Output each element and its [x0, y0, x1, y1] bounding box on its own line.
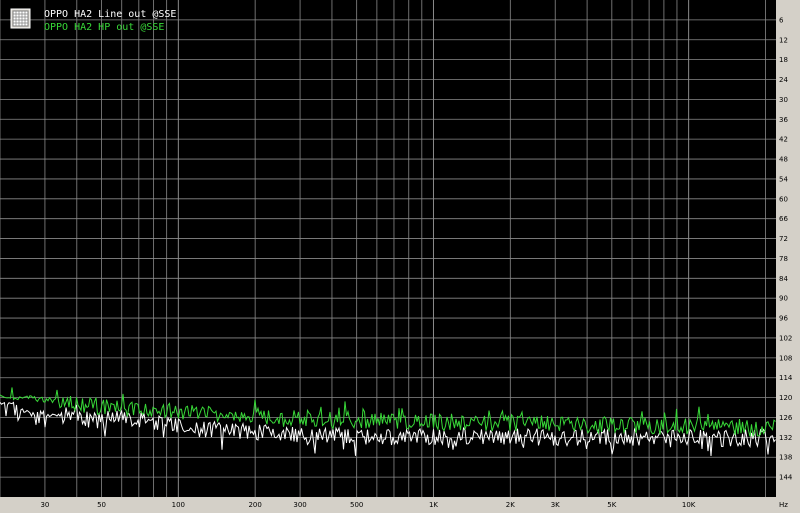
- x-tick-label: 1K: [429, 501, 438, 509]
- x-tick-label: 2K: [506, 501, 515, 509]
- y-tick-label: 6: [779, 16, 784, 24]
- y-tick-label: 120: [779, 394, 792, 402]
- x-axis-unit-label: Hz: [779, 501, 788, 509]
- legend-item-line-out: OPPO HA2 Line out @SSE: [44, 9, 176, 20]
- y-tick-label: 126: [779, 414, 793, 422]
- y-tick-label: 144: [779, 474, 793, 482]
- y-tick-label: 66: [779, 215, 788, 223]
- plot-area: [0, 0, 776, 497]
- x-tick-label: 300: [293, 501, 306, 509]
- y-tick-label: 30: [779, 96, 788, 104]
- x-tick-label: 500: [350, 501, 363, 509]
- x-tick-label: 10K: [682, 501, 696, 509]
- y-tick-label: 108: [779, 354, 792, 362]
- y-tick-label: 72: [779, 235, 788, 243]
- y-tick-label: 60: [779, 195, 788, 203]
- spectrum-chart: 30 50 100 200 300 500 1K 2K 3K 5K 10K 6 12 18 24 30 36 4…: [0, 0, 800, 513]
- x-tick-label: 5K: [607, 501, 616, 509]
- y-tick-label: 18: [779, 56, 788, 64]
- y-tick-label: 96: [779, 315, 788, 323]
- y-tick-label: 24: [779, 76, 788, 84]
- y-tick-label: 36: [779, 116, 788, 124]
- y-tick-label: 84: [779, 275, 788, 283]
- y-tick-label: 132: [779, 434, 792, 442]
- y-tick-label: 138: [779, 454, 792, 462]
- x-tick-label: 100: [172, 501, 185, 509]
- x-tick-label: 3K: [551, 501, 560, 509]
- y-tick-label: 12: [779, 36, 788, 44]
- y-tick-label: 102: [779, 334, 792, 342]
- y-tick-label: 42: [779, 136, 788, 144]
- x-tick-label: 50: [97, 501, 106, 509]
- y-tick-label: 48: [779, 156, 788, 164]
- y-tick-label: 114: [779, 374, 793, 382]
- y-tick-label: 54: [779, 175, 788, 183]
- y-tick-label: 90: [779, 295, 788, 303]
- y-tick-label: 78: [779, 255, 788, 263]
- x-tick-label: 200: [248, 501, 261, 509]
- grid-icon[interactable]: [10, 8, 31, 29]
- x-tick-label: 30: [40, 501, 49, 509]
- legend-item-hp-out: OPPO HA2 HP out @SSE: [44, 22, 164, 33]
